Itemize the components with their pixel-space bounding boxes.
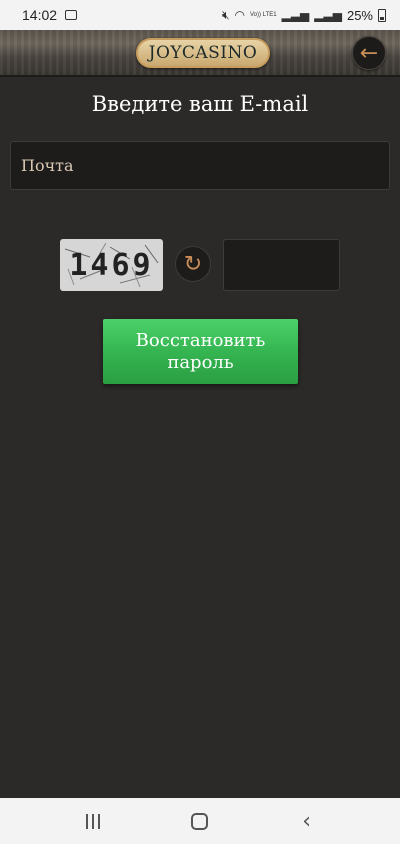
arrow-left-icon: ← [359,40,379,66]
refresh-icon: ↻ [183,251,203,277]
page-title: Введите ваш E-mail [91,92,309,116]
home-button[interactable] [180,812,220,830]
status-icons: 🔇︎ ◠ Vo)) LTE1 ▂▃▅ ▂▃▅ 25% [222,8,386,23]
signal-2-icon: ▂▃▅ [314,8,342,22]
back-button[interactable]: ← [352,36,386,70]
recent-apps-button[interactable] [73,813,113,829]
email-field[interactable] [10,141,390,190]
nav-back-button[interactable]: ‹ [287,809,327,834]
home-icon [191,812,209,830]
captcha-code: 1469 [69,247,154,283]
signal-icon: ▂▃▅ [281,8,310,22]
chevron-left-icon: ‹ [302,808,312,834]
restore-password-button[interactable]: Восстановить пароль [103,319,298,384]
status-time: 14:02 [22,7,58,23]
system-nav-bar: ‹ [0,798,400,844]
captcha-image: 1469 [60,239,163,291]
captcha-field[interactable] [223,239,340,291]
restore-button-line2: пароль [167,351,234,373]
network-label: Vo)) LTE1 [250,12,277,18]
joycasino-logo[interactable]: JOYCASINO [136,38,270,68]
battery-percent: 25% [346,7,373,23]
restore-button-line1: Восстановить [135,329,266,351]
status-bar: 14:02 🔇︎ ◠ Vo)) LTE1 ▂▃▅ ▂▃▅ 25% [0,0,400,30]
wifi-icon: ◠ [234,8,246,22]
mute-icon: 🔇︎ [221,7,230,22]
image-notification-icon [65,10,78,20]
recent-apps-icon [86,813,89,829]
refresh-captcha-button[interactable]: ↻ [175,246,211,282]
app-header: JOYCASINO ← [0,30,400,77]
battery-icon [378,8,386,22]
